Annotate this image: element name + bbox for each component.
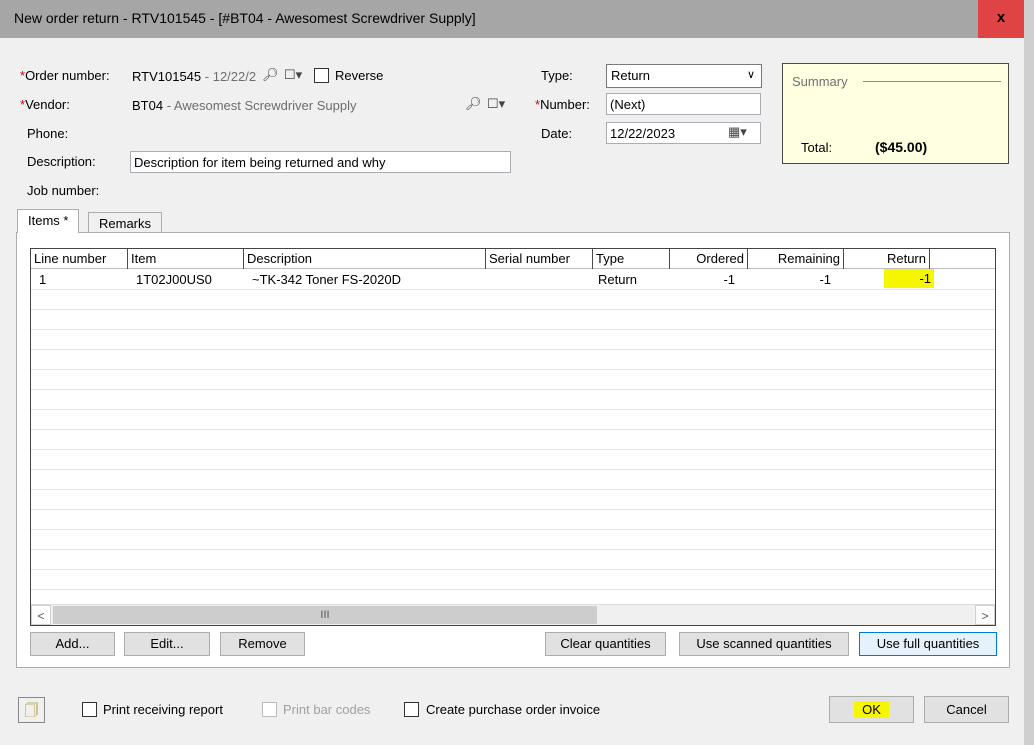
remove-button[interactable]: Remove (220, 632, 305, 656)
number-label-text: Number: (540, 97, 590, 112)
reverse-label: Reverse (335, 68, 384, 83)
clear-quantities-button[interactable]: Clear quantities (545, 632, 666, 656)
grid-header: Line number Item Description Serial numb… (31, 249, 995, 269)
summary-title: Summary (792, 74, 848, 89)
grid-row-separator (31, 589, 995, 590)
order-number-field[interactable]: RTV101545 - 12/22/2 (128, 65, 308, 87)
vendor-lookup-icon[interactable]: 🔎︎ (465, 96, 482, 112)
window-frame-edge (1024, 0, 1034, 745)
column-header-remaining[interactable]: Remaining (748, 249, 844, 269)
print-receiving-report-checkbox[interactable] (82, 702, 97, 717)
print-bar-codes-label: Print bar codes (283, 702, 371, 717)
order-number-value: RTV101545 (132, 69, 202, 84)
copy-document-icon[interactable]: 🗍︎ (18, 697, 45, 723)
summary-divider (863, 81, 1001, 82)
description-field[interactable]: Description for item being returned and … (130, 151, 511, 173)
cell-serial-number (489, 270, 589, 289)
order-lookup-icon[interactable]: 🔎︎ (262, 67, 279, 83)
type-select[interactable]: Return ∨ (606, 64, 762, 88)
column-header-description[interactable]: Description (244, 249, 486, 269)
date-value: 12/22/2023 (610, 126, 676, 141)
type-value: Return (611, 68, 651, 83)
date-label: Date: (541, 126, 573, 141)
grid-row-separator (31, 329, 995, 330)
cell-remaining: -1 (819, 272, 831, 287)
title-bar: New order return - RTV101545 - [#BT04 - … (0, 0, 1024, 38)
grid-row-separator (31, 429, 995, 430)
order-bookmark-menu-icon[interactable]: ☐▾ (284, 67, 302, 83)
cell-type: Return (598, 272, 638, 287)
cell-line-number: 1 (39, 272, 47, 287)
create-purchase-order-invoice-label: Create purchase order invoice (426, 702, 601, 717)
grid-row-separator (31, 449, 995, 450)
cell-return[interactable]: -1 (884, 269, 934, 288)
ok-button[interactable]: OK (829, 696, 914, 723)
grid-row-separator (31, 569, 995, 570)
window-title: New order return - RTV101545 - [#BT04 - … (14, 10, 476, 26)
vendor-name: - Awesomest Screwdriver Supply (166, 98, 357, 113)
reverse-checkbox[interactable] (314, 68, 329, 83)
grid-row-separator (31, 309, 995, 310)
scroll-right-arrow[interactable]: > (975, 605, 995, 625)
order-number-label: *Order number: (20, 68, 110, 83)
cell-ordered: -1 (723, 272, 735, 287)
column-header-return[interactable]: Return (844, 249, 930, 269)
print-bar-codes-checkbox (262, 702, 277, 717)
scroll-left-arrow[interactable]: < (31, 605, 51, 625)
close-button[interactable]: x (978, 0, 1024, 38)
use-scanned-quantities-button[interactable]: Use scanned quantities (679, 632, 849, 656)
vendor-code: BT04 (132, 98, 164, 113)
column-header-line-number[interactable]: Line number (31, 249, 128, 269)
vendor-label: *Vendor: (20, 97, 70, 112)
type-label: Type: (541, 68, 573, 83)
cell-description: ~TK-342 Toner FS-2020D (252, 272, 401, 287)
order-number-date: - 12/22/2 (204, 69, 257, 84)
vendor-field[interactable]: BT04 - Awesomest Screwdriver Supply (128, 94, 511, 116)
cancel-button[interactable]: Cancel (924, 696, 1009, 723)
tab-remarks[interactable]: Remarks (88, 212, 163, 233)
summary-total-label: Total: (801, 140, 833, 155)
vendor-bookmark-menu-icon[interactable]: ☐▾ (487, 96, 505, 112)
phone-label: Phone: (27, 126, 69, 141)
grid-row-separator (31, 289, 995, 290)
cell-item: 1T02J00US0 (136, 272, 212, 287)
column-header-type[interactable]: Type (593, 249, 670, 269)
vendor-label-text: Vendor: (25, 97, 70, 112)
grid-row-separator (31, 389, 995, 390)
number-field[interactable]: (Next) (606, 93, 761, 115)
grid-row-separator (31, 529, 995, 530)
tab-items[interactable]: Items * (17, 209, 80, 233)
grid-row-separator (31, 409, 995, 410)
items-grid[interactable]: Line number Item Description Serial numb… (30, 248, 996, 626)
description-label: Description: (27, 154, 96, 169)
number-label: *Number: (535, 97, 590, 112)
grid-row-separator (31, 349, 995, 350)
grid-row-separator (31, 509, 995, 510)
ok-button-label: OK (854, 701, 889, 718)
create-purchase-order-invoice-checkbox[interactable] (404, 702, 419, 717)
summary-panel: Summary Total: ($45.00) (782, 63, 1009, 164)
grid-row-separator (31, 549, 995, 550)
horizontal-scrollbar[interactable]: < III > (31, 604, 995, 625)
use-full-quantities-button[interactable]: Use full quantities (859, 632, 997, 656)
summary-total-value: ($45.00) (875, 139, 928, 155)
scroll-thumb[interactable]: III (53, 606, 597, 624)
column-header-ordered[interactable]: Ordered (670, 249, 748, 269)
column-header-item[interactable]: Item (128, 249, 244, 269)
edit-button[interactable]: Edit... (124, 632, 210, 656)
add-button[interactable]: Add... (30, 632, 115, 656)
print-receiving-report-label: Print receiving report (103, 702, 223, 717)
grid-row-separator (31, 369, 995, 370)
column-header-serial-number[interactable]: Serial number (486, 249, 593, 269)
calendar-dropdown-icon[interactable]: ▦▾ (728, 124, 747, 140)
grid-row-separator (31, 469, 995, 470)
grid-row-separator (31, 489, 995, 490)
job-number-label: Job number: (27, 183, 100, 198)
order-number-label-text: Order number: (25, 68, 110, 83)
chevron-down-icon: ∨ (746, 69, 755, 81)
